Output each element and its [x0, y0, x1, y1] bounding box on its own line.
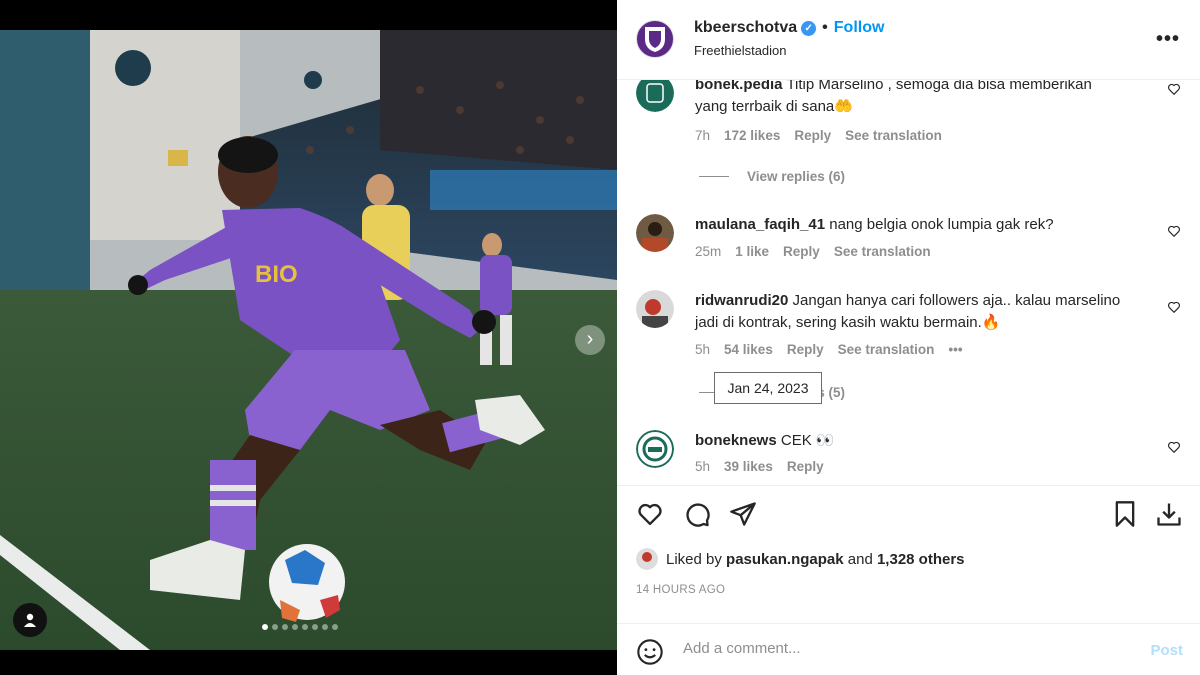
comment-likes[interactable]: 54 likes [724, 342, 773, 357]
jersey-sponsor: BIO [255, 261, 298, 288]
add-comment-bar: Post [617, 623, 1200, 675]
view-replies-button[interactable]: View replies (6) [699, 169, 845, 184]
post-header: kbeerschotva ✓ • Follow Freethielstadion ••… [617, 0, 1200, 80]
comment-icon[interactable] [683, 500, 711, 528]
tagged-users-button[interactable] [13, 603, 47, 637]
user-photo-icon [636, 548, 658, 570]
heart-icon[interactable] [636, 500, 664, 528]
comment-item: maulana_faqih_41 nang belgia onok lumpia… [636, 214, 1181, 264]
comment-body: CEK 👀 [780, 432, 835, 449]
comment-meta: 5h 54 likes Reply See translation ••• [695, 342, 963, 357]
post-actions-bar [617, 485, 1200, 545]
comments-list: bonek.pedia Titip Marselino , semoga dia… [617, 80, 1200, 485]
see-translation-button[interactable]: See translation [845, 128, 942, 143]
user-photo-icon [636, 214, 674, 252]
carousel-dot [272, 624, 278, 630]
comment-time[interactable]: 7h [695, 128, 710, 143]
shield-logo-icon [636, 80, 674, 112]
liked-by-prefix: Liked by [666, 550, 722, 568]
commenter-avatar[interactable] [636, 214, 674, 252]
post-media: BIO › [0, 0, 617, 675]
see-translation-button[interactable]: See translation [834, 244, 931, 259]
share-icon[interactable] [729, 500, 757, 528]
reply-button[interactable]: Reply [783, 244, 820, 259]
post-comment-button[interactable]: Post [1150, 642, 1183, 659]
carousel-dot [312, 624, 318, 630]
comment-username[interactable]: ridwanrudi20 [695, 292, 788, 309]
comment-time[interactable]: 5h [695, 342, 710, 357]
comment-meta: 7h 172 likes Reply See translation [695, 128, 942, 143]
comment-likes[interactable]: 1 like [735, 244, 769, 259]
download-icon[interactable] [1155, 500, 1183, 528]
news-logo-icon [636, 430, 674, 468]
header-separator: • [822, 19, 828, 36]
reply-button[interactable]: Reply [794, 128, 831, 143]
carousel-dot [332, 624, 338, 630]
comment-heart-icon[interactable] [1167, 440, 1181, 454]
comment-heart-icon[interactable] [1167, 300, 1181, 314]
comment-text: boneknews CEK 👀 [695, 430, 1125, 452]
comment-username[interactable]: boneknews [695, 432, 777, 449]
comment-item: bonek.pedia Titip Marselino , semoga dia… [636, 80, 1181, 174]
carousel-dot [262, 624, 268, 630]
post-timestamp[interactable]: 14 HOURS AGO [636, 584, 725, 596]
author-username[interactable]: kbeerschotva [694, 19, 797, 36]
comment-text: ridwanrudi20 Jangan hanya cari followers… [695, 290, 1125, 334]
reply-button[interactable]: Reply [787, 459, 824, 474]
verified-badge-icon: ✓ [801, 21, 817, 36]
comment-username[interactable]: maulana_faqih_41 [695, 216, 825, 233]
post-location[interactable]: Freethielstadion [694, 43, 787, 58]
follow-button[interactable]: Follow [834, 19, 885, 36]
chevron-right-icon: › [586, 328, 594, 350]
comment-likes[interactable]: 39 likes [724, 459, 773, 474]
emoji-icon[interactable] [636, 638, 664, 666]
commenter-avatar[interactable] [636, 290, 674, 328]
comment-item: boneknews CEK 👀 5h 39 likes Reply [636, 430, 1181, 480]
carousel-next-button[interactable]: › [575, 325, 605, 355]
see-translation-button[interactable]: See translation [838, 342, 935, 357]
commenter-avatar[interactable] [636, 430, 674, 468]
post-photo[interactable]: BIO [0, 30, 617, 650]
more-horizontal-icon[interactable]: ••• [1156, 28, 1180, 51]
comment-heart-icon[interactable] [1167, 224, 1181, 238]
comment-text: maulana_faqih_41 nang belgia onok lumpia… [695, 214, 1125, 236]
liker-avatar[interactable] [636, 548, 658, 570]
author-line: kbeerschotva ✓ • Follow [694, 19, 884, 37]
reply-button[interactable]: Reply [787, 342, 824, 357]
comment-body: nang belgia onok lumpia gak rek? [829, 216, 1054, 233]
user-photo-icon [636, 290, 674, 328]
comment-meta: 25m 1 like Reply See translation [695, 244, 931, 259]
comment-heart-icon[interactable] [1167, 82, 1181, 96]
date-tooltip: Jan 24, 2023 [714, 372, 822, 404]
carousel-dot [282, 624, 288, 630]
carousel-dot [302, 624, 308, 630]
comment-time[interactable]: 5h [695, 459, 710, 474]
likes-count[interactable]: 1,328 others [877, 551, 965, 568]
add-comment-input[interactable] [683, 640, 1123, 657]
bookmark-icon[interactable] [1111, 500, 1139, 528]
user-icon [24, 613, 36, 627]
comment-username[interactable]: bonek.pedia [695, 80, 783, 93]
liked-by-and: and [847, 550, 873, 568]
club-crest-icon [645, 27, 665, 52]
liker-username[interactable]: pasukan.ngapak [726, 551, 844, 568]
comment-time[interactable]: 25m [695, 244, 721, 259]
post-detail-panel: kbeerschotva ✓ • Follow Freethielstadion ••… [617, 0, 1200, 675]
carousel-dot [322, 624, 328, 630]
instagram-post-view: BIO › kbeerschotva ✓ • Follow Freethiels… [0, 0, 1200, 675]
comment-meta: 5h 39 likes Reply [695, 459, 824, 474]
football-player-image: BIO [0, 30, 617, 650]
comment-text: bonek.pedia Titip Marselino , semoga dia… [695, 80, 1125, 118]
carousel-indicator [262, 624, 338, 630]
liked-by-summary: Liked by pasukan.ngapak and 1,328 others [636, 548, 965, 570]
comment-options-icon[interactable]: ••• [948, 342, 962, 357]
carousel-dot [292, 624, 298, 630]
commenter-avatar[interactable] [636, 80, 674, 112]
comment-likes[interactable]: 172 likes [724, 128, 780, 143]
comment-item: ridwanrudi20 Jangan hanya cari followers… [636, 290, 1181, 370]
author-avatar[interactable] [636, 20, 674, 58]
